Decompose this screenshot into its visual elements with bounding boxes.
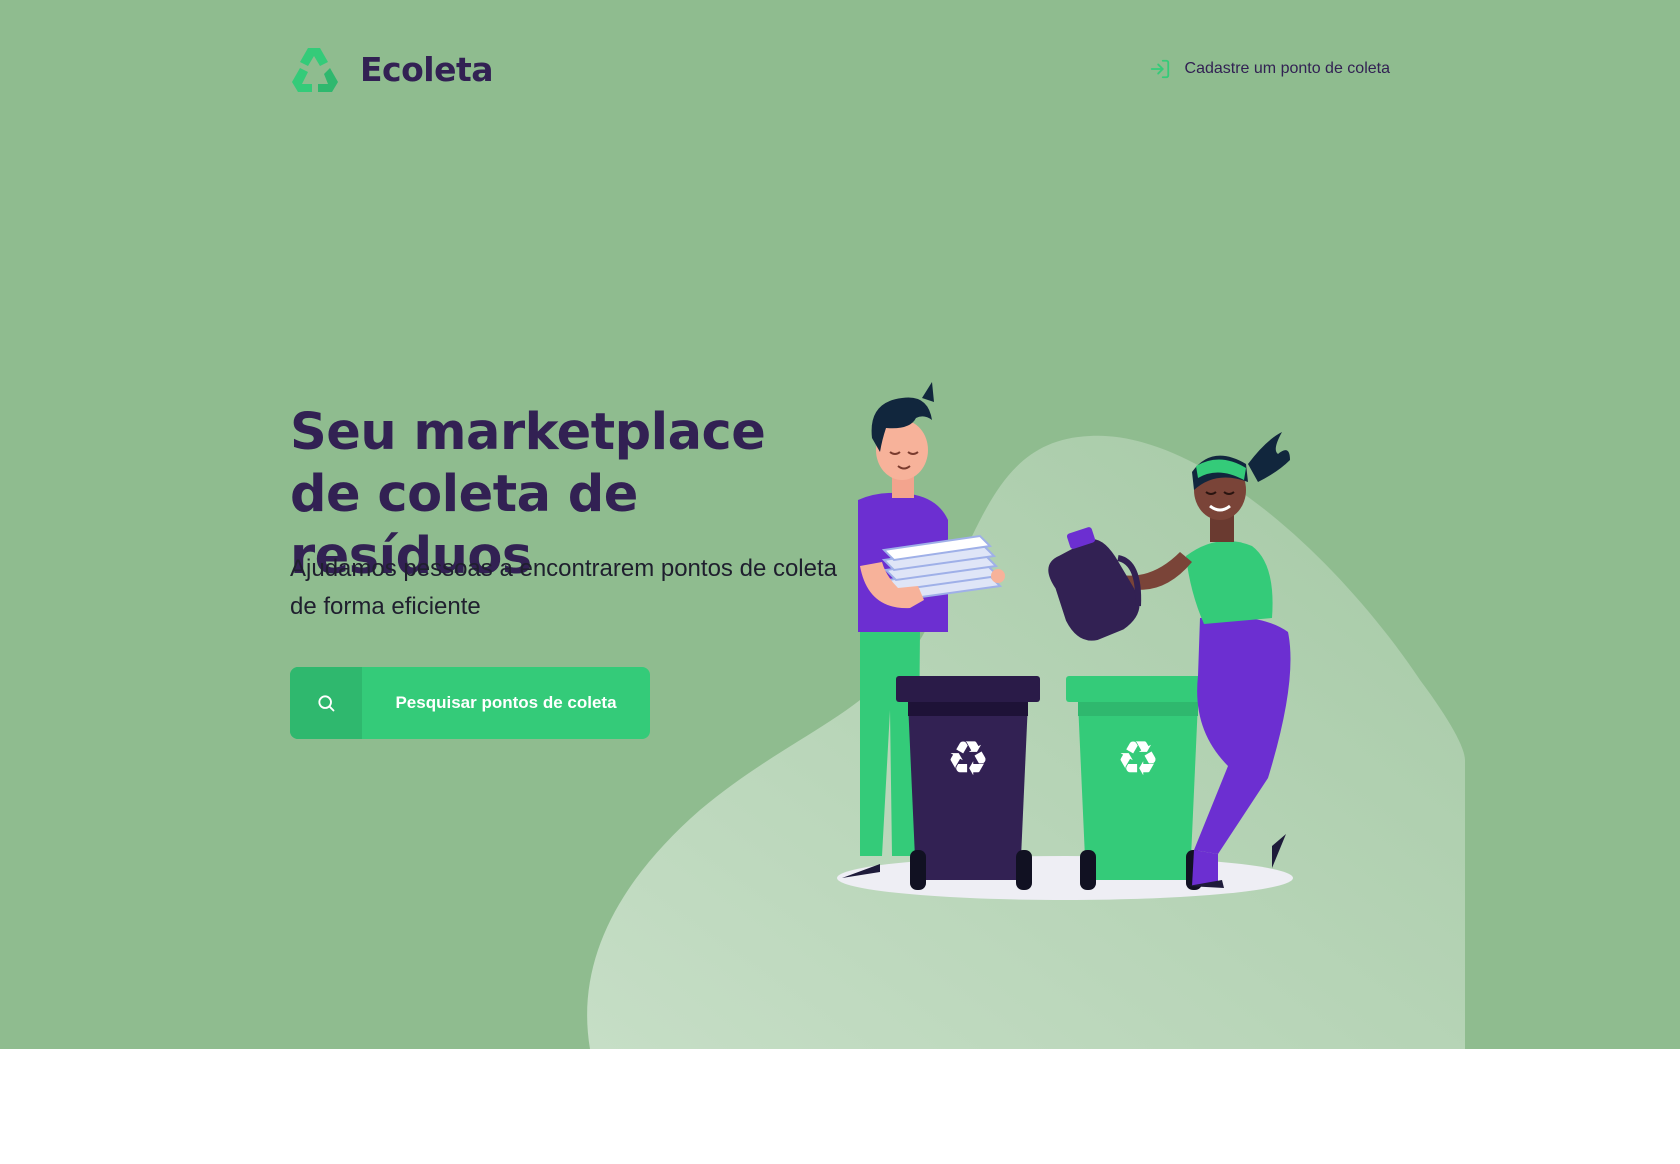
search-points-button[interactable]: Pesquisar pontos de coleta: [290, 667, 650, 739]
recycle-logo-icon: [292, 48, 338, 92]
search-button-label: Pesquisar pontos de coleta: [395, 693, 617, 712]
svg-text:♻: ♻: [1116, 731, 1159, 787]
logo[interactable]: Ecoleta: [290, 44, 494, 94]
people-recycling-illustration: ♻ ♻: [837, 382, 1293, 900]
log-in-icon: [1150, 59, 1169, 79]
search-button-icon-box: [290, 667, 362, 739]
register-point-link[interactable]: Cadastre um ponto de coleta: [1149, 58, 1390, 80]
app-name: Ecoleta: [360, 49, 494, 89]
register-link-label: Cadastre um ponto de coleta: [1184, 60, 1390, 77]
hero-subtitle: Ajudamos pessoas a encontrarem pontos de…: [290, 555, 837, 620]
svg-text:♻: ♻: [946, 731, 989, 787]
header: Ecoleta Cadastre um ponto de coleta: [290, 44, 1390, 96]
search-icon: [318, 695, 335, 712]
hero-section: Ecoleta Cadastre um ponto de coleta Seu …: [0, 0, 1680, 1049]
